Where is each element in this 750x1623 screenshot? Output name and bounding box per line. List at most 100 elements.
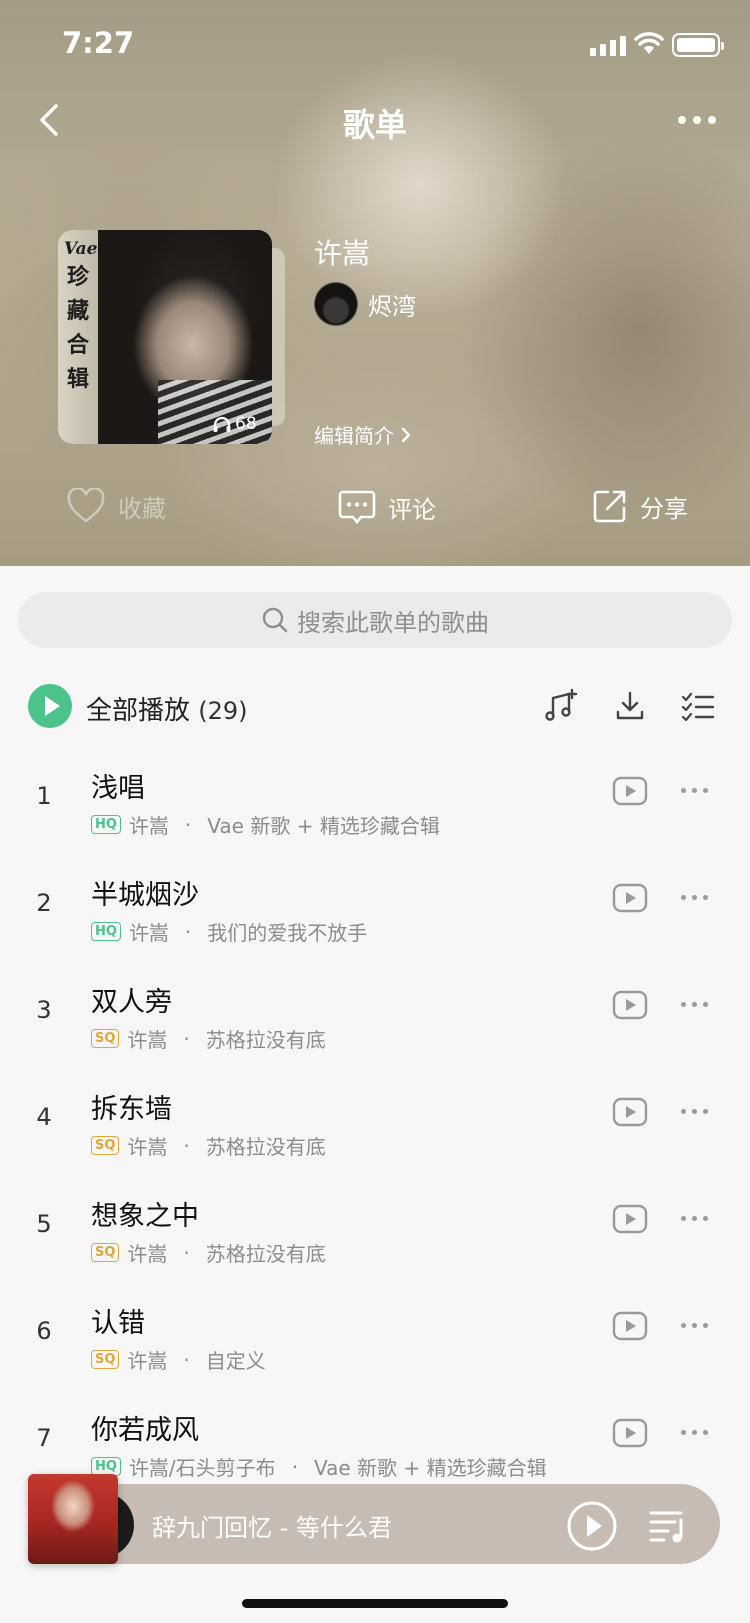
song-artist: 许嵩 (128, 814, 169, 838)
song-more-icon[interactable] (681, 1109, 708, 1114)
song-artist: 许嵩 (127, 1135, 168, 1159)
video-play-icon[interactable] (612, 883, 648, 913)
multi-select-icon[interactable] (680, 688, 716, 724)
share-button[interactable]: 分享 (592, 488, 688, 524)
playlist-title: 许嵩 (314, 237, 371, 270)
song-artist: 许嵩 (127, 1028, 168, 1052)
song-meta: SQ 许嵩 · 苏格拉没有底 (91, 1131, 326, 1160)
more-options-icon[interactable] (678, 116, 716, 124)
song-row[interactable]: 3 双人旁 SQ 许嵩 · 苏格拉没有底 (0, 956, 750, 1066)
favorite-button[interactable]: 收藏 (66, 488, 166, 524)
song-more-icon[interactable] (681, 1216, 708, 1221)
status-bar: 7:27 (0, 0, 750, 90)
play-all-label[interactable]: 全部播放 (29) (86, 690, 248, 727)
mini-play-icon[interactable] (566, 1500, 618, 1552)
song-row[interactable]: 1 浅唱 HQ 许嵩 · Vae 新歌 + 精选珍藏合辑 (0, 742, 750, 852)
share-icon (593, 490, 626, 523)
search-icon (262, 607, 288, 633)
video-play-icon[interactable] (612, 990, 648, 1020)
creator-info[interactable]: 烬湾 (314, 282, 416, 326)
home-indicator (242, 1599, 508, 1608)
song-meta: SQ 许嵩 · 苏格拉没有底 (91, 1238, 326, 1267)
heart-icon (67, 488, 105, 523)
cover-lettering: Vae 珍 藏 合 辑 (64, 239, 98, 392)
song-meta: SQ 许嵩 · 自定义 (91, 1345, 266, 1374)
song-title: 双人旁 (91, 987, 172, 1018)
quality-badge: SQ (91, 1350, 120, 1369)
song-title: 认错 (91, 1308, 145, 1339)
playlist-actions: 收藏 评论 分享 (0, 488, 750, 534)
download-icon[interactable] (612, 688, 648, 724)
song-meta: HQ 许嵩 · Vae 新歌 + 精选珍藏合辑 (91, 810, 440, 839)
creator-name[interactable]: 烬湾 (368, 287, 416, 322)
song-title: 浅唱 (91, 773, 145, 804)
song-artist: 许嵩/石头剪子布 (128, 1456, 276, 1480)
song-meta: HQ 许嵩 · 我们的爱我不放手 (91, 917, 367, 946)
quality-badge: SQ (91, 1029, 120, 1048)
song-index: 1 (36, 782, 52, 810)
song-row[interactable]: 6 认错 SQ 许嵩 · 自定义 (0, 1277, 750, 1387)
quality-badge: HQ (91, 815, 121, 834)
search-input[interactable]: 搜索此歌单的歌曲 (18, 592, 732, 648)
quality-badge: HQ (91, 922, 121, 941)
now-playing-title[interactable]: 辞九门回忆 - 等什么君 (152, 1508, 392, 1543)
comment-icon (338, 490, 376, 525)
song-index: 3 (36, 996, 52, 1024)
video-play-icon[interactable] (612, 1204, 648, 1234)
separator-dot: · (183, 1026, 190, 1051)
song-more-icon[interactable] (681, 895, 708, 900)
song-title: 拆东墙 (91, 1094, 172, 1125)
add-to-playlist-icon[interactable] (542, 688, 578, 724)
quality-badge: SQ (91, 1136, 120, 1155)
video-play-icon[interactable] (612, 1311, 648, 1341)
song-row[interactable]: 5 想象之中 SQ 许嵩 · 苏格拉没有底 (0, 1170, 750, 1280)
separator-dot: · (183, 1240, 190, 1265)
song-meta: SQ 许嵩 · 苏格拉没有底 (91, 1024, 326, 1053)
song-more-icon[interactable] (681, 1323, 708, 1328)
video-play-icon[interactable] (612, 1097, 648, 1127)
song-row[interactable]: 4 拆东墙 SQ 许嵩 · 苏格拉没有底 (0, 1063, 750, 1173)
playlist-queue-icon[interactable] (648, 1506, 688, 1546)
avatar[interactable] (314, 282, 358, 326)
play-all-button[interactable] (28, 684, 72, 728)
song-index: 2 (36, 889, 52, 917)
song-index: 5 (36, 1210, 52, 1238)
song-album: Vae 新歌 + 精选珍藏合辑 (314, 1456, 547, 1480)
play-all-row: 全部播放 (29) (0, 680, 750, 736)
separator-dot: · (291, 1454, 299, 1479)
song-artist: 许嵩 (127, 1242, 168, 1266)
song-more-icon[interactable] (681, 788, 708, 793)
song-album: 苏格拉没有底 (205, 1135, 326, 1159)
song-row[interactable]: 2 半城烟沙 HQ 许嵩 · 我们的爱我不放手 (0, 849, 750, 959)
play-count: 68 (212, 414, 257, 434)
now-playing-cover[interactable] (28, 1474, 118, 1564)
battery-icon (672, 33, 724, 57)
playlist-cover[interactable]: Vae 珍 藏 合 辑 (58, 230, 272, 444)
video-play-icon[interactable] (612, 776, 648, 806)
edit-intro-link[interactable]: 编辑简介 (314, 420, 412, 449)
comment-button[interactable]: 评论 (338, 488, 436, 526)
song-album: 苏格拉没有底 (205, 1028, 326, 1052)
chevron-right-icon (401, 427, 411, 442)
separator-dot: · (183, 1347, 190, 1372)
quality-badge: SQ (91, 1243, 120, 1262)
song-index: 4 (36, 1103, 52, 1131)
song-meta: HQ 许嵩/石头剪子布 · Vae 新歌 + 精选珍藏合辑 (91, 1452, 547, 1481)
video-play-icon[interactable] (612, 1418, 648, 1448)
song-title: 半城烟沙 (91, 880, 199, 911)
song-album: 苏格拉没有底 (205, 1242, 326, 1266)
song-more-icon[interactable] (681, 1002, 708, 1007)
song-artist: 许嵩 (128, 921, 169, 945)
page-title: 歌单 (342, 106, 407, 144)
song-album: 我们的爱我不放手 (207, 921, 368, 945)
headphones-icon (213, 416, 231, 432)
song-artist: 许嵩 (127, 1349, 168, 1373)
search-placeholder: 搜索此歌单的歌曲 (297, 608, 489, 637)
separator-dot: · (183, 1133, 190, 1158)
song-title: 你若成风 (91, 1415, 199, 1446)
song-index: 7 (36, 1424, 52, 1452)
song-album: Vae 新歌 + 精选珍藏合辑 (207, 814, 440, 838)
song-more-icon[interactable] (681, 1430, 708, 1435)
cellular-signal-icon (590, 36, 626, 56)
separator-dot: · (184, 919, 192, 944)
